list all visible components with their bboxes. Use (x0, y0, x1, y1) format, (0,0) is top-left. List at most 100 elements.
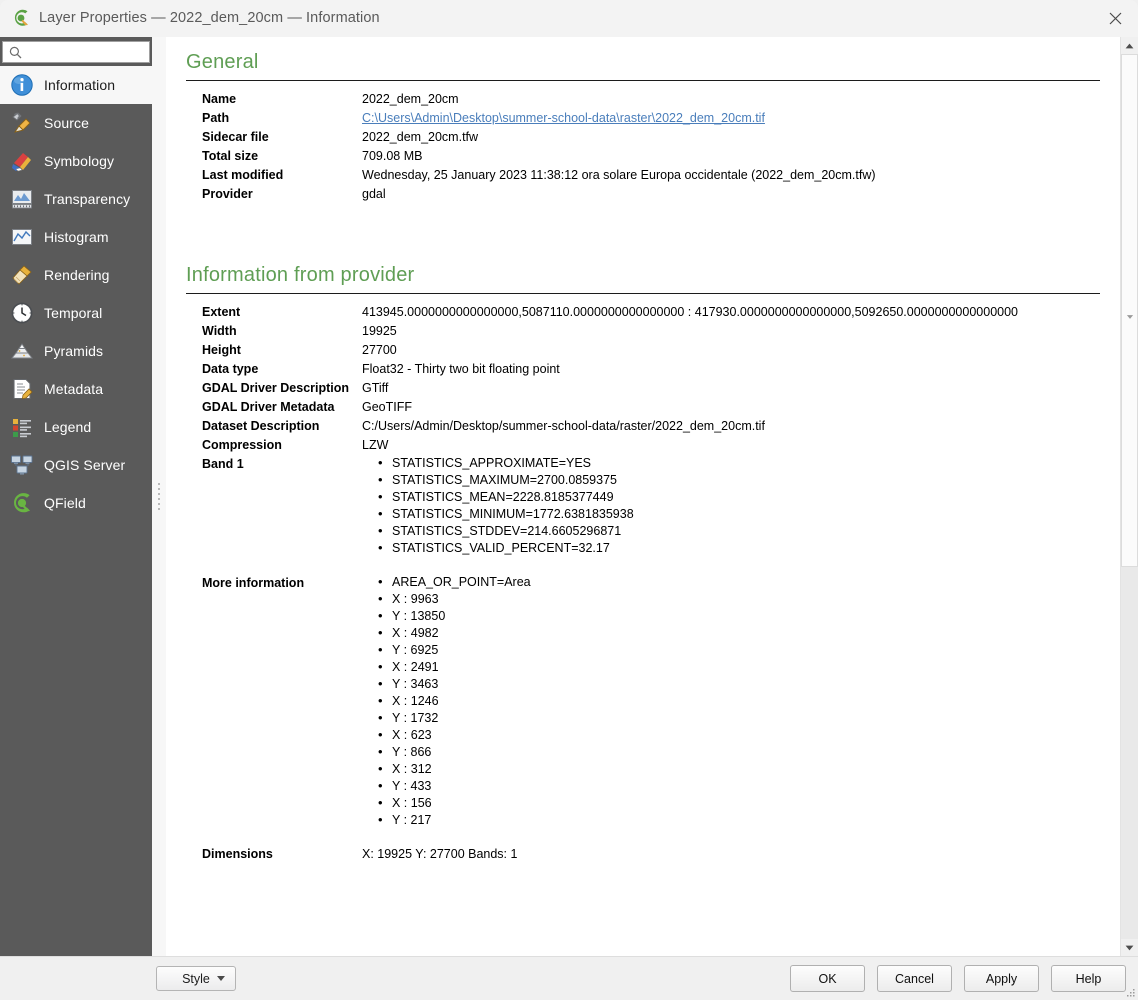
search-icon (9, 46, 22, 59)
list-item: X : 1246 (378, 692, 1018, 710)
histogram-icon (8, 223, 36, 251)
sidebar-item-label: Source (44, 115, 89, 131)
table-row-band1: Band 1 STATISTICS_APPROXIMATE=YES STATIS… (202, 454, 1018, 557)
sidebar-item-label: Rendering (44, 267, 110, 283)
list-item: Y : 217 (378, 811, 1018, 829)
list-item: AREA_OR_POINT=Area (378, 573, 1018, 591)
property-key: Total size (202, 149, 259, 163)
property-value: GTiff (362, 381, 389, 395)
property-key: Extent (202, 305, 241, 319)
footer-left-pane (0, 957, 152, 1000)
overview-level-group: X : 1246 Y : 1732 (362, 692, 1018, 727)
table-spacer-row (202, 557, 1018, 574)
spacer-cell (202, 557, 362, 574)
property-value: 2022_dem_20cm (362, 92, 459, 106)
band1-statistics-list: STATISTICS_APPROXIMATE=YES STATISTICS_MA… (362, 454, 1018, 557)
sidebar-item-label: Symbology (44, 153, 115, 169)
list-item: Y : 433 (378, 777, 1018, 795)
overview-level-group: X : 312 Y : 433 (362, 760, 1018, 795)
close-icon[interactable] (1092, 0, 1138, 36)
property-key: Width (202, 324, 237, 338)
sidebar-item-pyramids[interactable]: Pyramids (0, 332, 152, 370)
scroll-up-arrow-icon[interactable] (1121, 37, 1138, 54)
qgis-logo-icon (12, 9, 30, 27)
sidebar-splitter-handle[interactable] (152, 37, 166, 956)
sidebar-item-qgis-server[interactable]: QGIS Server (0, 446, 152, 484)
spacer-cell (362, 829, 1018, 845)
list-item: STATISTICS_STDDEV=214.6605296871 (378, 522, 1018, 540)
path-link[interactable]: C:\Users\Admin\Desktop\summer-school-dat… (362, 111, 765, 125)
property-key: Data type (202, 362, 259, 376)
search-box[interactable] (2, 41, 150, 63)
sidebar-item-legend[interactable]: Legend (0, 408, 152, 446)
scrollbar-thumb[interactable] (1121, 54, 1138, 568)
statistics-bullet-list: STATISTICS_APPROXIMATE=YES STATISTICS_MA… (362, 454, 1018, 557)
search-input[interactable] (27, 45, 137, 59)
table-row: Dataset Description C:/Users/Admin/Deskt… (202, 417, 1018, 436)
ok-button[interactable]: OK (790, 965, 865, 992)
sidebar-item-temporal[interactable]: Temporal (0, 294, 152, 332)
sidebar-item-rendering[interactable]: Rendering (0, 256, 152, 294)
property-key: GDAL Driver Description (202, 381, 350, 395)
list-item: STATISTICS_APPROXIMATE=YES (378, 454, 1018, 472)
table-row: Last modified Wednesday, 25 January 2023… (202, 166, 876, 185)
general-divider (186, 80, 1100, 81)
section-provider: Information from provider Extent 413945.… (186, 264, 1100, 864)
property-value: C:\Users\Admin\Desktop\summer-school-dat… (362, 109, 876, 128)
sidebar-item-label: Histogram (44, 229, 109, 245)
table-row: Data type Float32 - Thirty two bit float… (202, 360, 1018, 379)
help-button[interactable]: Help (1051, 965, 1126, 992)
style-button[interactable]: Style (156, 966, 236, 991)
property-value: 27700 (362, 343, 397, 357)
list-item: STATISTICS_MINIMUM=1772.6381835938 (378, 505, 1018, 523)
window-title: Layer Properties — 2022_dem_20cm — Infor… (39, 10, 380, 26)
sidebar-item-label: QField (44, 495, 86, 511)
sidebar-item-metadata[interactable]: Metadata (0, 370, 152, 408)
title-bar[interactable]: Layer Properties — 2022_dem_20cm — Infor… (0, 0, 1138, 37)
sidebar-item-label: Transparency (44, 191, 131, 207)
property-value: 2022_dem_20cm.tfw (362, 130, 479, 144)
provider-property-table: Extent 413945.0000000000000000,5087110.0… (202, 303, 1018, 864)
property-key: Provider (202, 187, 253, 201)
table-row: Extent 413945.0000000000000000,5087110.0… (202, 303, 1018, 322)
sidebar-item-information[interactable]: Information (0, 66, 152, 104)
sidebar-item-qfield[interactable]: QField (0, 484, 152, 522)
scrollbar-track[interactable] (1121, 54, 1138, 939)
search-container (0, 37, 152, 66)
content-area: General Name 2022_dem_20cm Path C:\Users… (166, 37, 1138, 956)
sidebar-item-symbology[interactable]: Symbology (0, 142, 152, 180)
table-row: Provider gdal (202, 185, 876, 204)
pyramids-icon (8, 337, 36, 365)
spacer-cell (362, 557, 1018, 574)
sidebar-item-label: Pyramids (44, 343, 104, 359)
overview-level-group: X : 2491 Y : 3463 (362, 658, 1018, 693)
sidebar-item-source[interactable]: Source (0, 104, 152, 142)
sidebar-item-label: Information (44, 77, 116, 93)
sidebar-item-transparency[interactable]: Transparency (0, 180, 152, 218)
overview-level-group: X : 9963 Y : 13850 (362, 590, 1018, 625)
apply-button[interactable]: Apply (964, 965, 1039, 992)
metadata-icon (8, 375, 36, 403)
table-spacer-row (202, 829, 1018, 845)
symbology-icon (8, 147, 36, 175)
property-key: GDAL Driver Metadata (202, 400, 335, 414)
scrollbar-grip-icon (1126, 308, 1133, 319)
scroll-down-arrow-icon[interactable] (1121, 939, 1138, 956)
list-item: STATISTICS_MEAN=2228.8185377449 (378, 488, 1018, 506)
table-row-more-information: More information AREA_OR_POINT=Area X : … (202, 573, 1018, 829)
table-row: Sidecar file 2022_dem_20cm.tfw (202, 128, 876, 147)
property-key: Band 1 (202, 457, 244, 471)
property-value: Float32 - Thirty two bit floating point (362, 362, 560, 376)
vertical-scrollbar[interactable] (1120, 37, 1138, 956)
overview-level-group: X : 4982 Y : 6925 (362, 624, 1018, 659)
cancel-button[interactable]: Cancel (877, 965, 952, 992)
table-row: Name 2022_dem_20cm (202, 90, 876, 109)
sidebar-nav-list: Information Source Symbology Transparenc… (0, 66, 152, 956)
content-scroll-region: General Name 2022_dem_20cm Path C:\Users… (166, 37, 1120, 956)
qfield-icon (8, 489, 36, 517)
property-value: 19925 (362, 324, 397, 338)
property-key: Compression (202, 438, 282, 452)
sidebar-item-histogram[interactable]: Histogram (0, 218, 152, 256)
table-row-dimensions: Dimensions X: 19925 Y: 27700 Bands: 1 (202, 845, 1018, 864)
sidebar-item-label: QGIS Server (44, 457, 126, 473)
